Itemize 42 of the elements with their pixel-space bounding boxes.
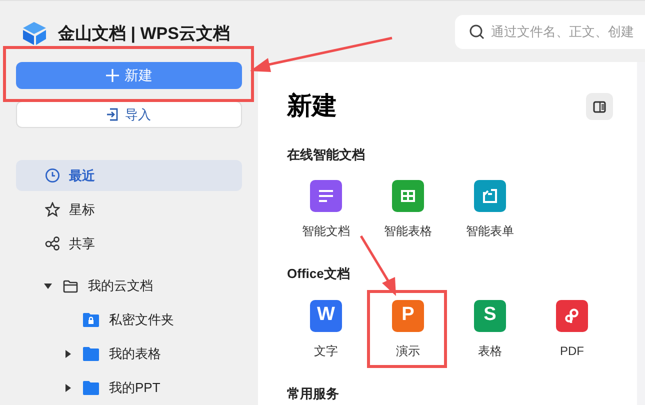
pdf-document-icon[interactable] bbox=[556, 300, 588, 332]
form-document-icon[interactable] bbox=[474, 180, 506, 212]
folder-icon bbox=[83, 347, 99, 361]
item-label[interactable]: 智能表格 bbox=[384, 222, 432, 240]
caret-icon[interactable] bbox=[64, 350, 72, 358]
caret-icon[interactable] bbox=[64, 384, 72, 392]
import-icon bbox=[107, 108, 119, 121]
letter-document-icon[interactable]: W bbox=[310, 300, 342, 332]
star-icon bbox=[45, 202, 60, 217]
panel-toggle-icon[interactable] bbox=[586, 93, 613, 120]
logo-icon bbox=[22, 21, 47, 46]
item-label[interactable]: 表格 bbox=[478, 342, 502, 360]
section-title: 在线智能文档 bbox=[287, 146, 366, 164]
item-label[interactable]: PDF bbox=[560, 342, 584, 360]
search-bar[interactable]: 通过文件名、正文、创建 bbox=[455, 14, 645, 48]
caret-icon[interactable] bbox=[44, 282, 52, 290]
import-button[interactable]: 导入 bbox=[16, 100, 242, 128]
tree-item[interactable]: 我的PPT bbox=[16, 371, 242, 405]
folder-icon bbox=[83, 381, 99, 395]
page-title: 新建 bbox=[287, 91, 337, 122]
share-icon bbox=[45, 236, 60, 251]
plus-icon bbox=[106, 68, 118, 82]
clock-icon bbox=[45, 168, 60, 183]
item-label[interactable]: 智能表单 bbox=[466, 222, 514, 240]
search-icon bbox=[469, 24, 485, 40]
folder-icon bbox=[63, 280, 78, 292]
tree-item[interactable]: 我的云文档 bbox=[16, 269, 242, 303]
item-label[interactable]: 智能文档 bbox=[302, 222, 350, 240]
tree-item[interactable]: 我的表格 bbox=[16, 337, 242, 371]
search-field[interactable]: 通过文件名、正文、创建 bbox=[491, 22, 645, 42]
item-label[interactable]: 文字 bbox=[314, 342, 338, 360]
nav-item[interactable]: 星标 bbox=[16, 194, 242, 225]
lines-document-icon[interactable] bbox=[310, 180, 342, 212]
locked-folder-icon bbox=[83, 313, 99, 327]
item-label[interactable]: 演示 bbox=[396, 342, 420, 360]
section-title: Office文档 bbox=[287, 265, 351, 283]
tree-item[interactable]: 私密文件夹 bbox=[16, 303, 242, 337]
nav-item[interactable]: 共享 bbox=[16, 228, 242, 259]
grid-document-icon[interactable] bbox=[392, 180, 424, 212]
section-title: 常用服务 bbox=[287, 384, 340, 402]
nav-item[interactable]: 最近 bbox=[16, 160, 242, 191]
app-title: 金山文档 | WPS云文档 bbox=[58, 22, 230, 45]
